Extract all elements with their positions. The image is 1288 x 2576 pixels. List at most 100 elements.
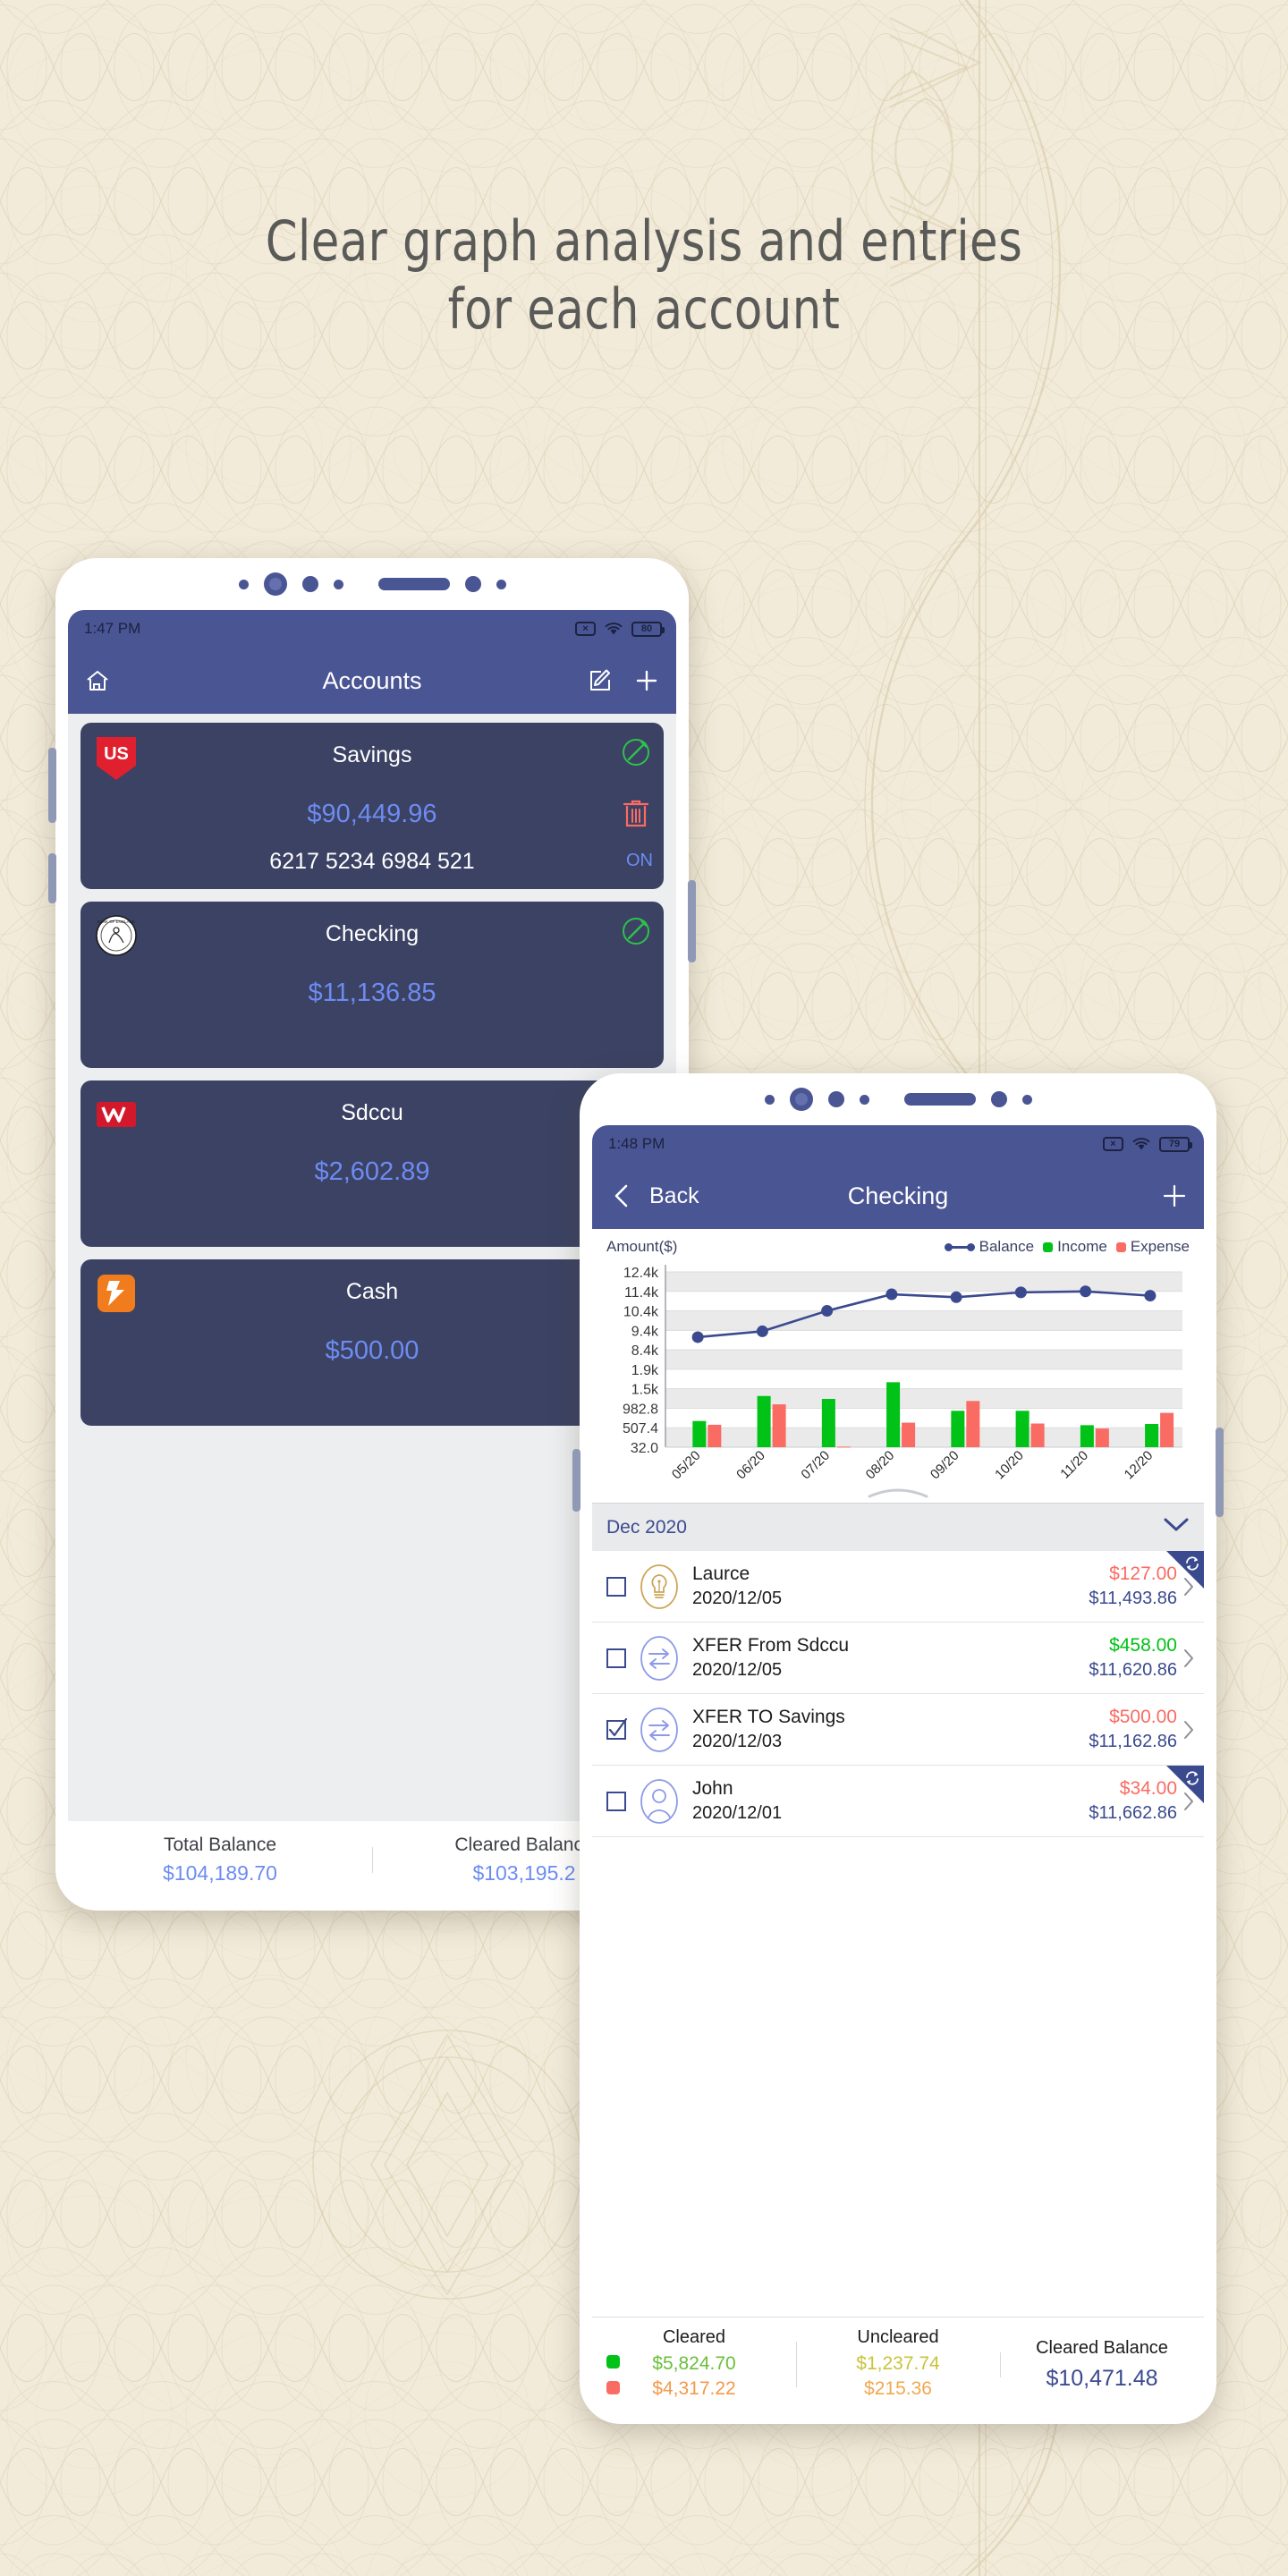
svg-text:1.9k: 1.9k xyxy=(631,1363,659,1378)
battery-icon: 79 xyxy=(1159,1136,1192,1152)
chevron-right-icon[interactable] xyxy=(1182,1719,1195,1741)
account-card-sdccu[interactable]: Sdccu $2,602.89 xyxy=(80,1080,664,1247)
plus-icon[interactable] xyxy=(1161,1182,1188,1209)
account-card-savings[interactable]: US Savings $90,449.96 6217 5234 6984 521… xyxy=(80,723,664,889)
edit-square-icon[interactable] xyxy=(587,667,614,694)
legend-balance-label: Balance xyxy=(979,1238,1035,1255)
cleared-checkbox[interactable] xyxy=(605,1790,628,1813)
legend-expense-label: Expense xyxy=(1130,1238,1190,1255)
back-label[interactable]: Back xyxy=(649,1183,699,1209)
svg-text:32.0: 32.0 xyxy=(631,1441,658,1456)
cleared-balance-label: Cleared Balance xyxy=(1036,2337,1168,2358)
svg-text:1.5k: 1.5k xyxy=(631,1383,659,1398)
phone1-side-button-lower[interactable] xyxy=(48,853,56,903)
svg-text:07/20: 07/20 xyxy=(798,1448,833,1483)
phone2-side-button-left[interactable] xyxy=(572,1449,580,1512)
edit-circle-icon[interactable] xyxy=(621,916,651,946)
uncleared-summary-cell: Uncleared $1,237.74 $215.36 xyxy=(796,2327,1000,2402)
phone1-side-button-right[interactable] xyxy=(688,880,696,962)
sensor-dot-small-3 xyxy=(496,579,506,589)
transaction-title: Laurce xyxy=(692,1563,750,1585)
uncleared-label: Uncleared xyxy=(857,2326,939,2347)
chevron-left-icon[interactable] xyxy=(608,1182,635,1209)
legend-income[interactable]: Income xyxy=(1043,1238,1107,1256)
cleared-expense: $4,317.22 xyxy=(652,2378,736,2399)
svg-text:10/20: 10/20 xyxy=(992,1448,1027,1483)
chevron-down-icon[interactable] xyxy=(1163,1517,1190,1538)
wifi-icon xyxy=(604,622,623,636)
transfer-icon xyxy=(639,1634,680,1682)
transaction-amount: $458.00 xyxy=(1109,1635,1177,1657)
coin-logo: BANK OF ENGLAND xyxy=(95,915,138,961)
transaction-date: 2020/12/05 xyxy=(692,1588,783,1608)
chevron-right-icon[interactable] xyxy=(1182,1648,1195,1669)
svg-text:09/20: 09/20 xyxy=(928,1448,962,1483)
trash-icon[interactable] xyxy=(623,798,649,828)
phone1-notch xyxy=(55,558,689,610)
sensor-dot-small-2 xyxy=(859,1094,869,1105)
account-balance: $11,136.85 xyxy=(308,979,436,1007)
phone1-title: Accounts xyxy=(322,666,422,694)
cleared-label: Cleared xyxy=(662,2326,726,2347)
phone1-app-bar: Accounts xyxy=(68,648,676,714)
transaction-list: Laurce 2020/12/05 $127.00 $11,493.86 XFE… xyxy=(592,1551,1204,2317)
total-balance-cell: Total Balance $104,189.70 xyxy=(68,1835,372,1885)
legend-balance[interactable]: Balance xyxy=(944,1238,1035,1256)
chart-resize-handle[interactable] xyxy=(601,1483,1195,1503)
sensor-dot-small xyxy=(764,1094,775,1105)
phone2-screen: 1:48 PM × 79 Back Checking Amount($) Bal… xyxy=(592,1125,1204,2411)
headline-line-2: for each account xyxy=(447,275,841,342)
svg-text:8.4k: 8.4k xyxy=(631,1343,659,1359)
cleared-income: $5,824.70 xyxy=(652,2352,736,2374)
account-name: Sdccu xyxy=(341,1100,403,1125)
svg-text:10.4k: 10.4k xyxy=(623,1305,659,1320)
legend-income-label: Income xyxy=(1057,1238,1107,1255)
edit-circle-icon[interactable] xyxy=(621,737,651,767)
month-header[interactable]: Dec 2020 xyxy=(592,1503,1204,1551)
recurring-flag xyxy=(1166,1551,1204,1589)
transaction-balance: $11,162.86 xyxy=(1089,1731,1177,1751)
chart-header: Amount($) Balance Income Expense xyxy=(601,1236,1195,1259)
cleared-balance-summary-cell: Cleared Balance $10,471.48 xyxy=(1000,2338,1204,2392)
cleared-checkbox[interactable] xyxy=(605,1575,628,1598)
battery-icon: 80 xyxy=(631,621,665,637)
table-row[interactable]: John 2020/12/01 $34.00 $11,662.86 xyxy=(592,1766,1204,1837)
cash-logo xyxy=(95,1275,138,1318)
transaction-info: Laurce 2020/12/05 xyxy=(692,1563,1089,1609)
account-card-cash[interactable]: Cash $500.00 xyxy=(80,1259,664,1426)
transaction-amounts: $34.00 $11,662.86 xyxy=(1089,1777,1177,1824)
uncleared-income: $1,237.74 xyxy=(856,2352,940,2374)
summary-bar: Cleared $5,824.70 $4,317.22 Uncleared $1… xyxy=(592,2317,1204,2411)
phone2-side-button-right[interactable] xyxy=(1216,1428,1224,1517)
account-name: Checking xyxy=(325,921,419,946)
cleared-balance-value: $10,471.48 xyxy=(1046,2365,1158,2391)
table-row[interactable]: Laurce 2020/12/05 $127.00 $11,493.86 xyxy=(592,1551,1204,1623)
transaction-amounts: $500.00 $11,162.86 xyxy=(1089,1706,1177,1752)
chart-panel: Amount($) Balance Income Expense 12.4k 1… xyxy=(592,1229,1204,1503)
table-row[interactable]: XFER TO Savings 2020/12/03 $500.00 $11,1… xyxy=(592,1694,1204,1766)
transaction-title: John xyxy=(692,1778,733,1800)
transaction-amount: $127.00 xyxy=(1109,1563,1177,1585)
transaction-date: 2020/12/05 xyxy=(692,1659,783,1680)
chart-canvas[interactable]: 12.4k 11.4k 10.4k 9.4k 8.4k 1.9k 1.5k 982.8 507.… xyxy=(601,1259,1195,1483)
phone2-app-bar: Back Checking xyxy=(592,1163,1204,1229)
svg-text:11.4k: 11.4k xyxy=(624,1285,659,1301)
plus-icon[interactable] xyxy=(633,667,660,694)
phone1-side-button-upper[interactable] xyxy=(48,748,56,823)
headline-line-1: Clear graph analysis and entries xyxy=(265,208,1023,274)
home-icon[interactable] xyxy=(84,667,111,694)
table-row[interactable]: XFER From Sdccu 2020/12/05 $458.00 $11,6… xyxy=(592,1623,1204,1694)
account-card-checking[interactable]: BANK OF ENGLAND Checking $11,136.85 xyxy=(80,902,664,1068)
svg-text:05/20: 05/20 xyxy=(669,1448,704,1483)
chart-amount-label: Amount($) xyxy=(606,1238,678,1255)
phone2-notch xyxy=(580,1073,1216,1125)
total-balance-value: $104,189.70 xyxy=(163,1860,277,1885)
legend-expense[interactable]: Expense xyxy=(1115,1238,1190,1256)
cleared-checkbox[interactable] xyxy=(605,1647,628,1670)
transaction-balance: $11,662.86 xyxy=(1089,1802,1177,1823)
cleared-checkbox-checked[interactable] xyxy=(605,1717,628,1741)
sensor-dot-medium-2 xyxy=(464,576,481,592)
phone2-status-bar: 1:48 PM × 79 xyxy=(592,1125,1204,1163)
sensor-dot-medium-2 xyxy=(990,1091,1007,1107)
svg-text:982.8: 982.8 xyxy=(623,1402,658,1417)
